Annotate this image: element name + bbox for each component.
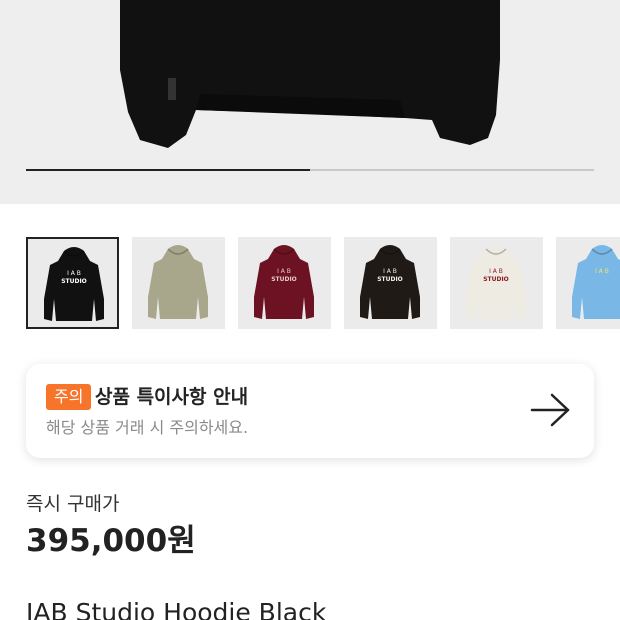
hoodie-logo-top: I A B [489,268,503,275]
gallery-progress-track [26,169,594,171]
hoodie-logo-bottom: STUDIO [483,276,509,283]
product-name: IAB Studio Hoodie Black [26,598,327,620]
hoodie-thumbnail-image: I A BSTUDIO [466,245,526,319]
hoodie-logo-top: I A B [277,268,291,275]
thumbnail-dark-brown[interactable]: I A B STUDIO [344,237,437,329]
price-value: 395,000원 [26,523,196,559]
arrow-right-icon[interactable] [530,391,572,429]
hoodie-logo-top: I A B [67,270,81,277]
hoodie-main-image [120,0,500,148]
hoodie-logo-bottom: STUDIO [61,278,87,285]
product-image-gallery[interactable] [0,0,620,204]
thumbnail-strip[interactable]: I A B STUDIO I A B STUDIO I A B STUDIO I A B ST… [26,237,620,329]
notice-card[interactable]: 주의 상품 특이사항 안내 해당 상품 거래 시 주의하세요. [26,364,594,458]
thumbnail-burgundy[interactable]: I A B STUDIO [238,237,331,329]
thumbnail-black[interactable]: I A B STUDIO [26,237,119,329]
notice-subtitle: 해당 상품 거래 시 주의하세요. [46,418,249,437]
hoodie-thumbnail-image: I A BSTUDIO [360,245,420,319]
gallery-progress-fill [26,169,310,171]
caution-badge: 주의 [46,384,92,410]
hoodie-logo-bottom: STUDIO [377,276,403,283]
hoodie-logo-bottom: STUDIO [271,276,297,283]
hoodie-thumbnail-image: I A BSTUDIO [254,245,314,319]
hoodie-logo-top: I A B [383,268,397,275]
hoodie-thumbnail-image: I A B [572,245,620,319]
hoodie-logo-top: I A B [595,268,609,275]
thumbnail-cream[interactable]: I A B STUDIO [450,237,543,329]
thumbnail-sky-blue[interactable]: I A B [556,237,620,329]
hoodie-thumbnail-image [148,245,208,319]
notice-title: 상품 특이사항 안내 [95,386,249,408]
hoodie-thumbnail-image: I A BSTUDIO [44,247,104,321]
price-label: 즉시 구매가 [26,493,120,515]
thumbnail-khaki[interactable] [132,237,225,329]
